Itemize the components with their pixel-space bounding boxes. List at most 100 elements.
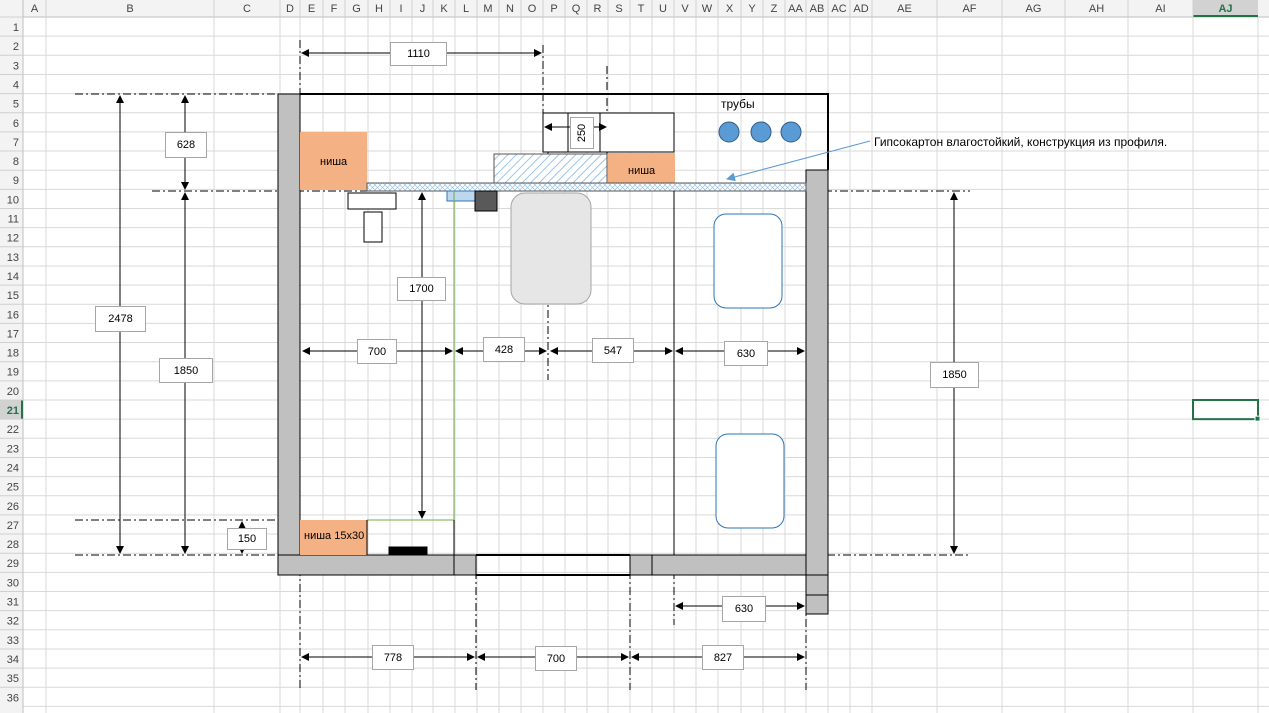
column-header[interactable]: AH [1089, 3, 1104, 15]
row-header[interactable]: 23 [7, 443, 19, 455]
row-header[interactable]: 12 [7, 233, 19, 245]
dimension-label: 628 [165, 132, 207, 158]
column-header[interactable]: G [352, 3, 361, 15]
column-header[interactable]: AG [1026, 3, 1042, 15]
column-header[interactable]: X [726, 3, 734, 15]
row-header[interactable]: 34 [7, 654, 19, 666]
fixture-dark [474, 190, 498, 212]
column-header[interactable]: B [126, 3, 133, 15]
column-header[interactable]: F [331, 3, 338, 15]
dimension-label: 700 [535, 646, 577, 671]
row-header[interactable]: 31 [7, 597, 19, 609]
wall-bottom-right-ext-1 [805, 574, 829, 596]
column-header[interactable]: D [286, 3, 294, 15]
row-header[interactable]: 9 [13, 175, 19, 187]
column-header[interactable]: T [638, 3, 645, 15]
column-header[interactable]: R [594, 3, 602, 15]
row-header[interactable]: 1 [13, 22, 19, 34]
row-header[interactable]: 24 [7, 462, 19, 474]
row-header[interactable]: 32 [7, 616, 19, 628]
column-header[interactable]: U [659, 3, 667, 15]
column-header[interactable]: AD [853, 3, 868, 15]
pipes-label: трубы [721, 97, 755, 111]
row-header[interactable]: 4 [13, 79, 19, 91]
niche-label: ниша [320, 156, 348, 168]
row-header[interactable]: 29 [7, 558, 19, 570]
rounded-fixture-2 [715, 433, 785, 529]
column-header[interactable]: E [308, 3, 315, 15]
dimension-label: 1850 [930, 362, 979, 388]
fixture-small [363, 211, 383, 243]
column-header[interactable]: H [375, 3, 383, 15]
column-header[interactable]: W [702, 3, 713, 15]
column-header[interactable]: P [550, 3, 557, 15]
dimension-label: 630 [724, 341, 768, 366]
column-header[interactable]: AC [831, 3, 846, 15]
row-header[interactable]: 14 [7, 271, 19, 283]
column-header[interactable]: Y [748, 3, 756, 15]
column-header[interactable]: AJ [1218, 3, 1232, 15]
column-header[interactable]: AF [962, 3, 976, 15]
column-header[interactable]: Q [572, 3, 581, 15]
row-header[interactable]: 15 [7, 290, 19, 302]
hatched-block [493, 153, 608, 184]
row-header[interactable]: 2 [13, 41, 19, 53]
row-header[interactable]: 33 [7, 635, 19, 647]
column-header[interactable]: J [420, 3, 426, 15]
row-header[interactable]: 13 [7, 252, 19, 264]
column-header[interactable]: I [399, 3, 402, 15]
row-header[interactable]: 27 [7, 520, 19, 532]
wall-bottom-post-1 [453, 554, 477, 576]
dimension-label: 250 [570, 117, 594, 149]
rounded-fixture-1 [713, 213, 783, 309]
rounded-fixture-grey [510, 192, 592, 305]
fixture-floor-dark [388, 546, 428, 556]
row-header[interactable]: 26 [7, 501, 19, 513]
column-header[interactable]: C [243, 3, 251, 15]
column-header[interactable]: N [506, 3, 514, 15]
column-header[interactable]: A [31, 3, 39, 15]
niche-label: ниша 15х30 [304, 530, 365, 542]
row-header[interactable]: 18 [7, 348, 19, 360]
row-header[interactable]: 22 [7, 424, 19, 436]
selected-cell[interactable] [1192, 399, 1259, 421]
column-header[interactable]: M [483, 3, 492, 15]
row-header[interactable]: 35 [7, 673, 19, 685]
dimension-text: 250 [575, 123, 588, 143]
row-header[interactable]: 36 [7, 692, 19, 704]
wall-bottom-left [277, 554, 477, 576]
column-header[interactable]: V [681, 3, 689, 15]
row-header[interactable]: 6 [13, 118, 19, 130]
dimension-label: 827 [702, 645, 744, 670]
row-header[interactable]: 25 [7, 482, 19, 494]
pipe-circle [780, 121, 802, 143]
row-header[interactable]: 28 [7, 539, 19, 551]
column-header[interactable]: AI [1155, 3, 1165, 15]
row-header[interactable]: 19 [7, 367, 19, 379]
row-header[interactable]: 21 [7, 405, 19, 417]
column-header[interactable]: L [463, 3, 469, 15]
row-header[interactable]: 3 [13, 60, 19, 72]
row-header[interactable]: 8 [13, 156, 19, 168]
annotation-leader [726, 140, 871, 182]
dimension-label: 778 [372, 645, 414, 670]
column-header[interactable]: S [615, 3, 622, 15]
column-header[interactable]: AA [788, 3, 803, 15]
dimension-label: 1110 [390, 42, 447, 66]
row-header[interactable]: 7 [13, 137, 19, 149]
wall-left [277, 93, 301, 576]
column-header[interactable]: Z [771, 3, 778, 15]
row-header[interactable]: 10 [7, 194, 19, 206]
column-header[interactable]: K [440, 3, 448, 15]
row-header[interactable]: 30 [7, 577, 19, 589]
row-header[interactable]: 20 [7, 386, 19, 398]
row-header[interactable]: 17 [7, 328, 19, 340]
row-header[interactable]: 11 [8, 214, 19, 226]
spreadsheet-grid[interactable]: A B C D E F G H I J K L M N O P Q R S T U V W X Y Z AA AB AC AD AE AF AG… [0, 0, 1269, 713]
column-header[interactable]: AE [897, 3, 912, 15]
row-header[interactable]: 16 [7, 309, 19, 321]
column-header[interactable]: AB [810, 3, 825, 15]
pipe-circle [750, 121, 772, 143]
row-header[interactable]: 5 [13, 99, 19, 111]
column-header[interactable]: O [528, 3, 537, 15]
